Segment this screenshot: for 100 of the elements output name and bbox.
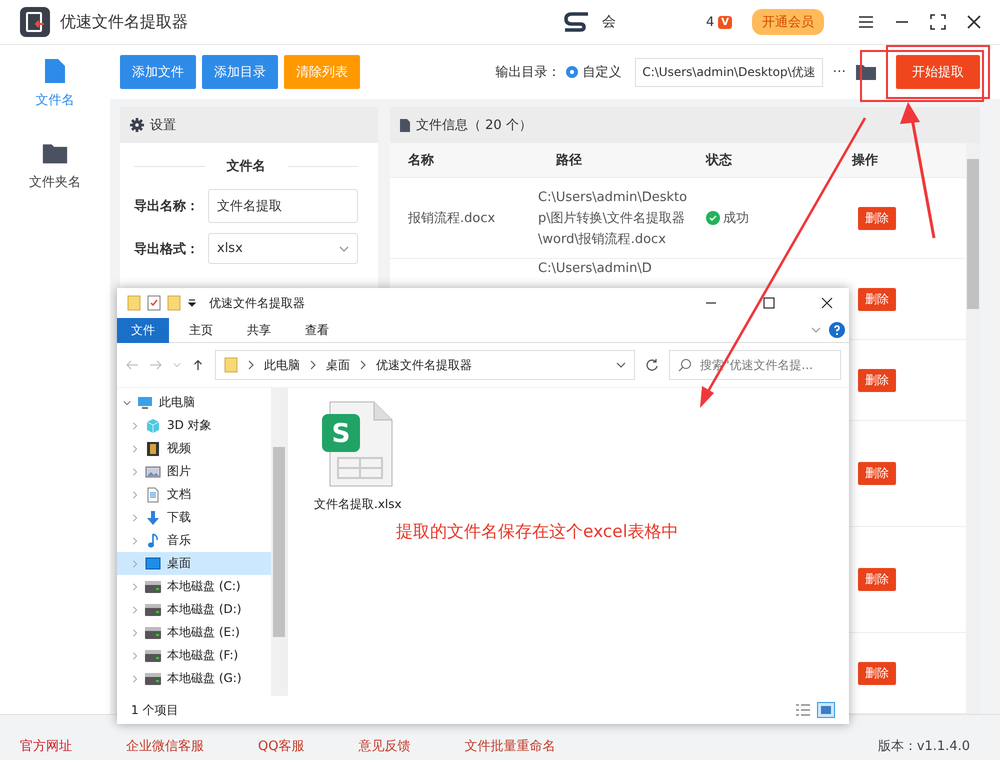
- panel-title: 设置: [150, 117, 176, 134]
- column-header: 路径: [555, 152, 583, 169]
- scrollbar[interactable]: [966, 143, 980, 714]
- details-view-icon[interactable]: [795, 703, 811, 717]
- status-text: 1 个项目: [131, 702, 178, 718]
- column-header: 名称: [406, 152, 435, 169]
- tree-item[interactable]: 下载: [117, 506, 271, 529]
- maximize-icon[interactable]: [763, 297, 775, 309]
- annotation-text: 提取的文件名保存在这个excel表格中: [396, 521, 678, 543]
- dropdown-icon[interactable]: [187, 298, 197, 308]
- more-button[interactable]: ···: [832, 64, 846, 80]
- version-text: 版本：v1.1.4.0: [878, 738, 970, 755]
- tree-item[interactable]: 音乐: [117, 529, 271, 552]
- image-icon: [145, 464, 161, 480]
- delete-button[interactable]: 删除: [858, 368, 896, 392]
- tree-item[interactable]: 视频: [117, 437, 271, 460]
- tree-item[interactable]: 桌面: [117, 552, 271, 575]
- export-format-select[interactable]: xlsx: [208, 233, 358, 264]
- forward-icon[interactable]: [149, 359, 163, 371]
- large-icons-view-icon[interactable]: [817, 702, 835, 718]
- tree-item[interactable]: 3D 对象: [117, 414, 271, 437]
- side-tab[interactable]: 文件夹名: [5, 139, 105, 191]
- film-icon: [145, 440, 161, 456]
- desktop-icon: [145, 556, 161, 572]
- delete-button[interactable]: 删除: [858, 288, 896, 310]
- tree-item[interactable]: 本地磁盘 (E:): [117, 621, 271, 644]
- file-icon: [42, 57, 68, 85]
- vip-badge: V: [718, 16, 732, 28]
- footer-link[interactable]: 文件批量重命名: [464, 737, 556, 755]
- side-tab[interactable]: 文件名: [5, 57, 105, 109]
- ribbon-tab[interactable]: 共享: [233, 318, 285, 342]
- address-bar[interactable]: 此电脑 桌面 优速文件名提取器: [215, 350, 635, 380]
- download-arrow-icon: [145, 510, 161, 526]
- footer-link[interactable]: 企业微信客服: [126, 737, 204, 755]
- app-logo-icon: [20, 7, 50, 37]
- delete-button[interactable]: 删除: [858, 662, 896, 684]
- output-path-field[interactable]: C:\Users\admin\Desktop\优速: [635, 58, 823, 86]
- menu-icon[interactable]: [858, 14, 874, 30]
- window-title: 优速文件名提取器: [209, 294, 305, 312]
- tree-item[interactable]: 图片: [117, 460, 271, 483]
- start-button[interactable]: 开始提取: [896, 55, 980, 89]
- tree-item[interactable]: 本地磁盘 (D:): [117, 598, 271, 621]
- drive-icon: [145, 578, 161, 594]
- check-icon: [706, 211, 720, 225]
- toolbar-button[interactable]: 添加文件: [120, 55, 196, 89]
- vip-count: 4: [706, 14, 714, 30]
- export-name-field[interactable]: 文件名提取: [208, 189, 358, 223]
- close-icon[interactable]: [966, 14, 982, 30]
- member-text: 会: [602, 13, 616, 31]
- tree-item[interactable]: 本地磁盘 (F:): [117, 644, 271, 667]
- chevron-icon: [360, 360, 366, 370]
- fullscreen-icon[interactable]: [930, 14, 946, 30]
- ribbon-tab[interactable]: 文件: [117, 318, 169, 342]
- folder-icon: [224, 357, 238, 373]
- chevron-icon: [248, 360, 254, 370]
- tree-item[interactable]: 本地磁盘 (G:): [117, 667, 271, 690]
- footer-link[interactable]: 意见反馈: [358, 737, 410, 755]
- checklist-icon: [147, 295, 161, 311]
- custom-radio[interactable]: 自定义: [566, 63, 622, 81]
- chevron-icon: [310, 360, 316, 370]
- drive-icon: [145, 648, 161, 664]
- refresh-icon[interactable]: [645, 358, 659, 372]
- file-icon: [400, 118, 410, 132]
- tree-item[interactable]: 本地磁盘 (C:): [117, 575, 271, 598]
- footer-link[interactable]: 官方网址: [20, 737, 72, 755]
- table-cell: C:\Users\admin\Desktop\图片转换\文件名提取器\word\报销流程.docx: [538, 190, 688, 246]
- up-icon[interactable]: [191, 359, 205, 371]
- folder-icon: [167, 295, 181, 311]
- close-icon[interactable]: [821, 297, 833, 309]
- toolbar-button[interactable]: 添加目录: [202, 55, 278, 89]
- file-item[interactable]: S 文件名提取.xlsx: [314, 400, 402, 513]
- tree-item[interactable]: 此电脑: [117, 391, 271, 414]
- field-label: 导出名称：: [134, 198, 200, 215]
- delete-button[interactable]: 删除: [858, 568, 896, 591]
- delete-button[interactable]: 删除: [858, 462, 896, 485]
- back-icon[interactable]: [125, 359, 139, 371]
- panel-title: 文件信息（ 20 个）: [416, 117, 532, 134]
- help-icon[interactable]: [829, 322, 845, 338]
- footer-link[interactable]: QQ客服: [258, 737, 304, 755]
- ribbon-tab[interactable]: 查看: [291, 318, 343, 342]
- scrollbar[interactable]: [271, 388, 287, 696]
- status-cell: 成功: [706, 209, 834, 227]
- field-label: 导出格式：: [134, 240, 200, 258]
- tree-item[interactable]: 文档: [117, 483, 271, 506]
- drive-icon: [145, 670, 161, 686]
- music-note-icon: [145, 532, 161, 548]
- chevron-icon: [339, 246, 349, 252]
- table-cell: 报销流程.docx: [408, 211, 496, 226]
- document-icon: [145, 486, 161, 502]
- drive-icon: [145, 624, 161, 640]
- drive-icon: [145, 602, 161, 618]
- chevron-icon[interactable]: [123, 398, 131, 406]
- ribbon-tab[interactable]: 主页: [175, 318, 227, 342]
- column-header: 状态: [704, 152, 733, 169]
- chevron-icon[interactable]: [616, 362, 626, 368]
- cube-icon: [145, 418, 161, 434]
- computer-icon: [137, 394, 153, 410]
- settings-icon: [130, 118, 144, 132]
- output-label: 输出目录：: [495, 64, 560, 81]
- delete-button[interactable]: 删除: [858, 206, 896, 230]
